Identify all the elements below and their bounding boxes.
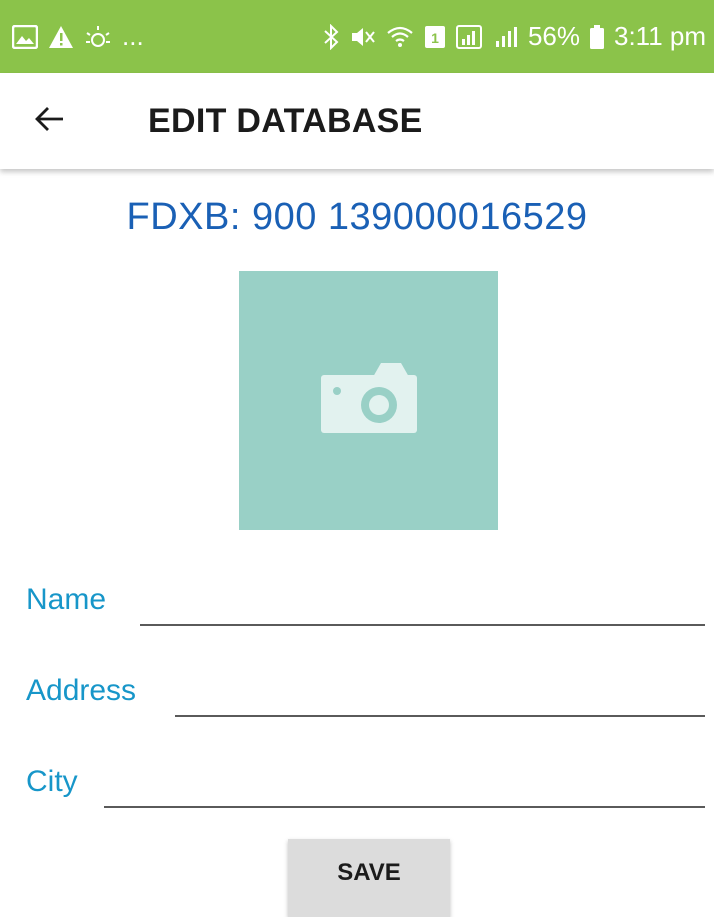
- camera-icon: [317, 361, 421, 440]
- mute-icon: [350, 25, 376, 49]
- battery-icon: [589, 24, 604, 49]
- save-button[interactable]: SAVE: [288, 839, 450, 917]
- back-button[interactable]: [0, 73, 100, 169]
- signal-icon: [455, 24, 482, 49]
- brightness-icon: [84, 24, 112, 50]
- tag-id-text: FDXB: 900 139000016529: [126, 196, 588, 238]
- notification-ellipsis: ...: [122, 21, 144, 51]
- battery-percent: 56%: [527, 21, 580, 51]
- signal-r-icon: [492, 25, 518, 49]
- city-label: City: [26, 765, 78, 798]
- app-bar: EDIT DATABASE: [0, 73, 714, 169]
- gallery-icon: [12, 24, 38, 49]
- clock: 3:11 pm: [613, 21, 706, 51]
- svg-text:1: 1: [431, 30, 439, 46]
- photo-picker[interactable]: [239, 271, 498, 530]
- address-field[interactable]: [175, 667, 705, 717]
- city-field[interactable]: [104, 758, 705, 808]
- wifi-icon: [386, 25, 414, 49]
- address-label: Address: [26, 674, 137, 707]
- name-label: Name: [26, 583, 107, 616]
- page-title: EDIT DATABASE: [148, 101, 423, 140]
- name-underline: [140, 624, 705, 626]
- status-right-group: 1 56% 3:11 pm: [322, 21, 706, 52]
- bluetooth-icon: [322, 23, 340, 50]
- warning-icon: [48, 25, 74, 49]
- status-left-group: ...: [12, 21, 144, 52]
- arrow-left-icon: [35, 106, 65, 137]
- status-bar: ... 1 56% 3:11 pm: [0, 0, 714, 73]
- sim-icon: 1: [424, 25, 446, 49]
- address-underline: [175, 715, 705, 717]
- name-field[interactable]: [140, 576, 705, 626]
- city-underline: [104, 806, 705, 808]
